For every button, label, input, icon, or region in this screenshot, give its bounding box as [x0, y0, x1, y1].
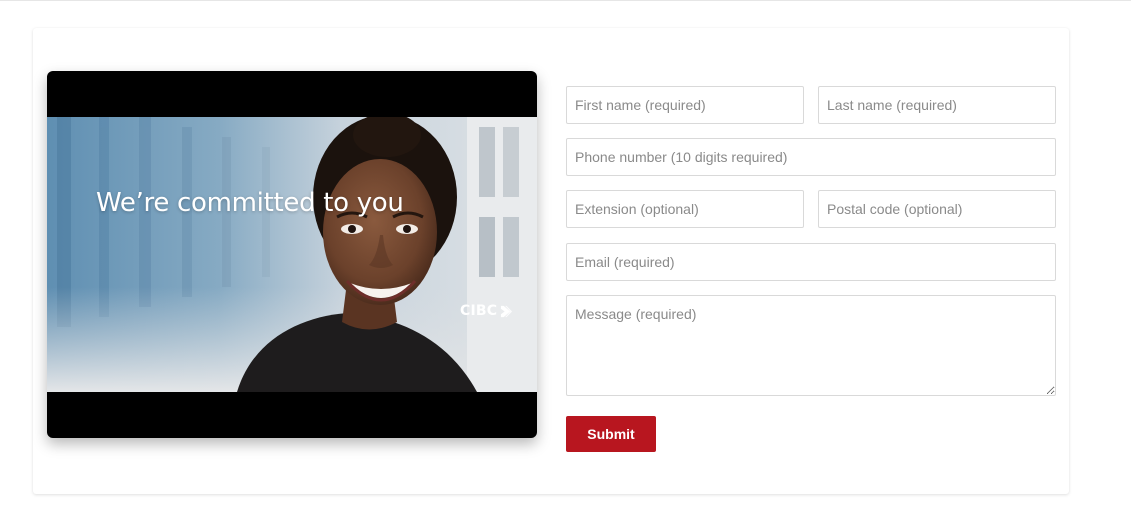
cibc-logo: CIBC	[460, 303, 513, 319]
first-name-input[interactable]	[566, 86, 804, 124]
extension-input[interactable]	[566, 190, 804, 228]
message-textarea[interactable]	[566, 295, 1056, 396]
postal-code-input[interactable]	[818, 190, 1056, 228]
cibc-chevron-icon	[501, 305, 513, 317]
email-input[interactable]	[566, 243, 1056, 281]
video-frame	[47, 117, 537, 392]
video-player[interactable]: We’re committed to you CIBC	[47, 71, 537, 438]
contact-card: We’re committed to you CIBC Submit	[33, 28, 1069, 494]
brand-wordmark: CIBC	[460, 303, 498, 319]
video-caption: We’re committed to you	[96, 188, 404, 218]
phone-number-input[interactable]	[566, 138, 1056, 176]
video-still-image	[47, 117, 537, 392]
submit-button[interactable]: Submit	[566, 416, 656, 452]
last-name-input[interactable]	[818, 86, 1056, 124]
top-divider	[0, 0, 1131, 1]
